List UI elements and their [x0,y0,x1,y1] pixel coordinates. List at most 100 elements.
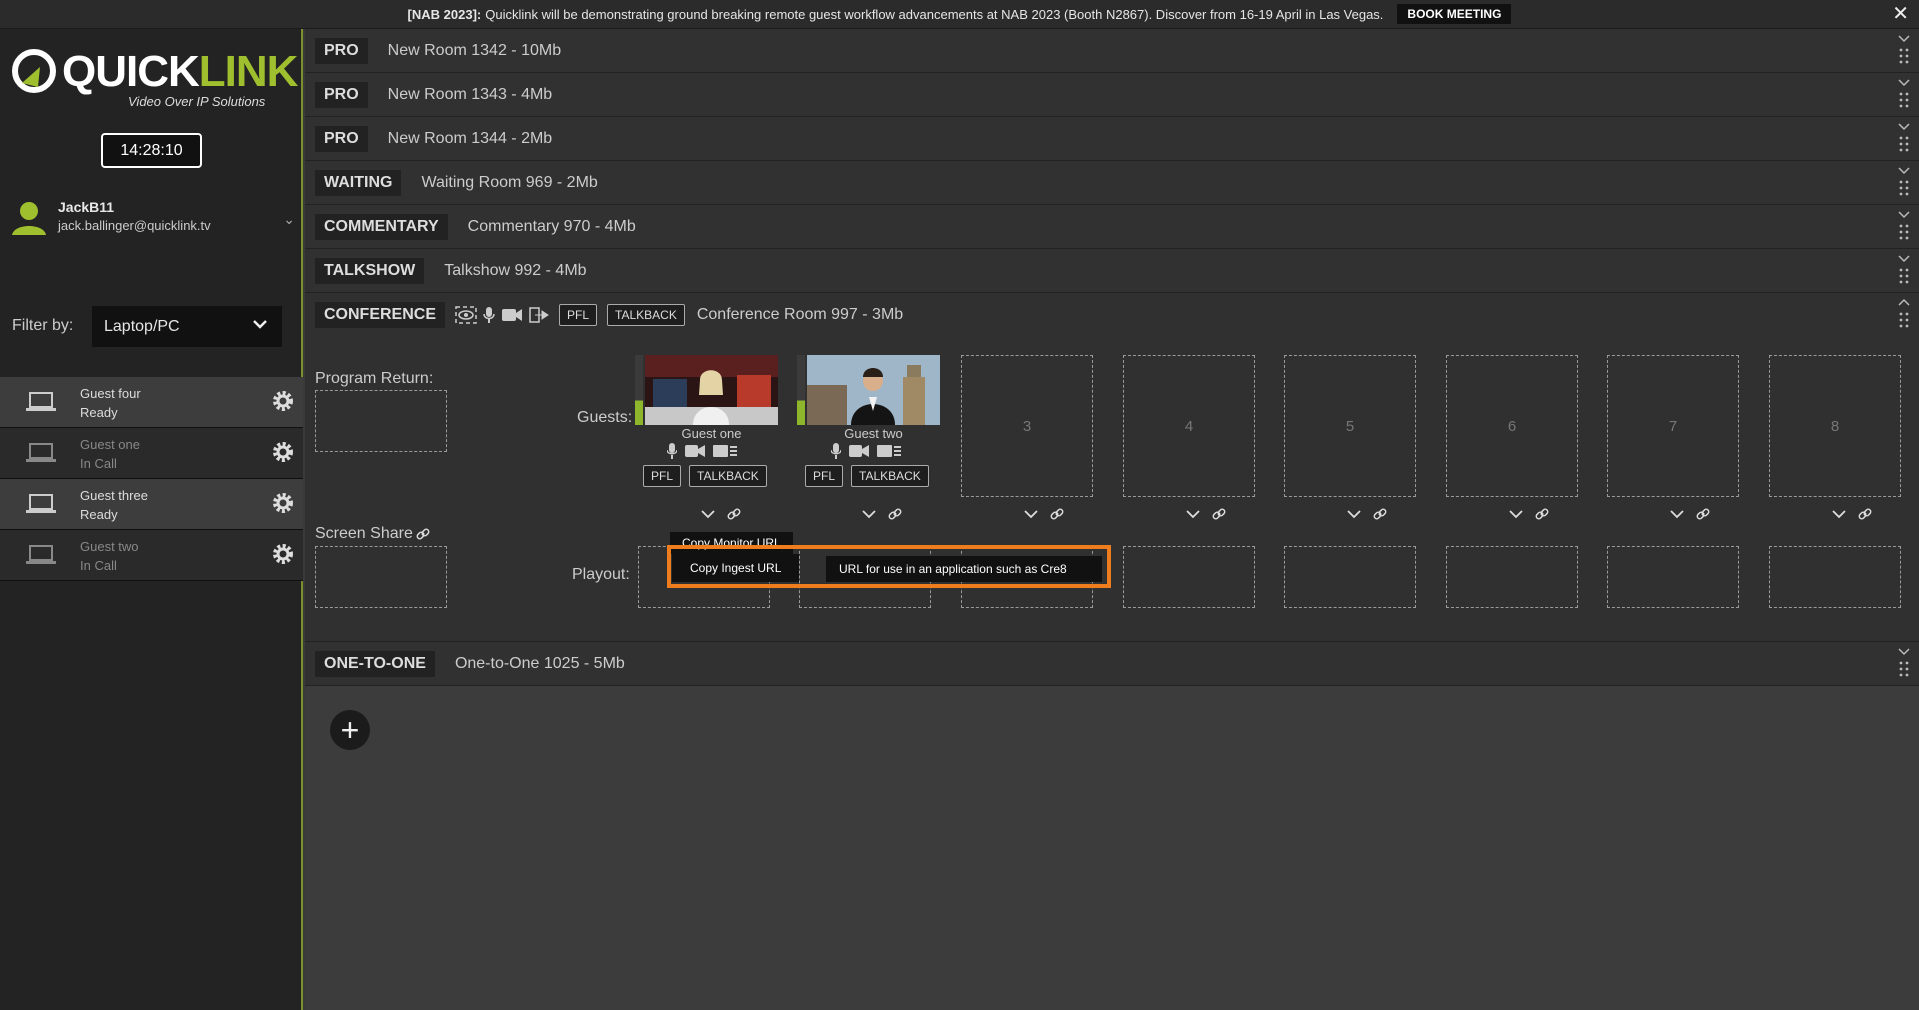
guest-name: Guest four [80,386,141,401]
gear-icon[interactable] [271,491,295,515]
playout-slot[interactable] [1123,546,1255,608]
camera-icon[interactable] [685,444,705,458]
expand-drag-icon[interactable] [1897,77,1911,111]
user-email: jack.ballinger@quicklink.tv [58,218,211,233]
slot-actions [701,507,741,521]
expand-drag-icon[interactable] [1897,646,1911,680]
guest-list: Guest four Ready Guest one In Call Guest… [0,377,303,581]
guest-item[interactable]: Guest four Ready [0,377,303,428]
guest-video-thumbnail[interactable] [807,355,940,425]
playout-slot[interactable] [1284,546,1416,608]
screen-share-slot[interactable] [315,546,447,608]
conference-room: CONFERENCE PFL TALKBACK Conference Room … [305,293,1919,642]
guest-item[interactable]: Guest three Ready [0,479,303,530]
user-name: JackB11 [58,199,115,215]
chevron-down-icon[interactable] [1670,509,1684,519]
room-row[interactable]: WAITING Waiting Room 969 - 2Mb [305,161,1919,205]
close-icon[interactable]: ✕ [1892,4,1909,24]
empty-guest-slot[interactable]: 5 [1284,355,1416,497]
rooms-panel: PRO New Room 1342 - 10Mb PRO New Room 13… [305,29,1919,1010]
talkback-button[interactable]: TALKBACK [689,465,767,487]
link-icon[interactable] [1212,507,1226,521]
room-row[interactable]: PRO New Room 1343 - 4Mb [305,73,1919,117]
microphone-icon[interactable] [483,306,495,324]
pfl-button[interactable]: PFL [805,465,844,487]
chevron-down-icon[interactable]: ⌄ [283,211,295,228]
expand-drag-icon[interactable] [1897,253,1911,287]
link-icon[interactable] [1050,507,1064,521]
gear-icon[interactable] [271,542,295,566]
user-avatar-icon [12,202,46,235]
guest-name: Guest two [844,426,903,441]
exit-icon[interactable] [529,306,549,324]
empty-guest-slot[interactable]: 3 [961,355,1093,497]
camera-icon[interactable] [849,444,869,458]
link-icon[interactable] [1858,507,1872,521]
chevron-down-icon[interactable] [1024,509,1038,519]
expand-drag-icon[interactable] [1897,33,1911,67]
playout-slot[interactable] [1769,546,1901,608]
link-icon[interactable] [1535,507,1549,521]
gear-icon[interactable] [271,389,295,413]
chevron-down-icon[interactable] [862,509,876,519]
guest-status: Ready [80,405,118,420]
user-profile[interactable]: JackB11 jack.ballinger@quicklink.tv ⌄ [10,199,295,249]
room-type-badge: ONE-TO-ONE [315,650,435,677]
link-icon[interactable] [727,507,741,521]
screen-icon[interactable] [877,444,901,458]
banner-tag: [NAB 2023]: [407,6,482,22]
link-icon[interactable] [1373,507,1387,521]
empty-guest-slot[interactable]: 7 [1607,355,1739,497]
slot-actions [1509,507,1549,521]
expand-drag-icon[interactable] [1897,165,1911,199]
chevron-down-icon[interactable] [1347,509,1361,519]
room-row[interactable]: COMMENTARY Commentary 970 - 4Mb [305,205,1919,249]
link-icon[interactable] [416,527,430,541]
guest-item[interactable]: Guest two In Call [0,530,303,581]
quicklink-logo: QUICKLINK Video Over IP Solutions [8,39,298,109]
chevron-down-icon[interactable] [701,509,715,519]
guest-video-thumbnail[interactable] [645,355,778,425]
pfl-button[interactable]: PFL [559,304,598,326]
room-row[interactable]: PRO New Room 1342 - 10Mb [305,29,1919,73]
conference-header[interactable]: CONFERENCE PFL TALKBACK Conference Room … [305,293,1919,337]
add-room-button[interactable]: + [330,710,370,750]
collapse-drag-icon[interactable] [1897,297,1911,331]
camera-icon[interactable] [501,307,523,323]
room-type-badge: PRO [315,81,368,108]
room-row[interactable]: ONE-TO-ONE One-to-One 1025 - 5Mb [305,642,1919,686]
talkback-button[interactable]: TALKBACK [851,465,929,487]
pfl-button[interactable]: PFL [643,465,682,487]
chevron-down-icon[interactable] [1832,509,1846,519]
expand-drag-icon[interactable] [1897,121,1911,155]
guest-status: Ready [80,507,118,522]
expand-drag-icon[interactable] [1897,209,1911,243]
guest-controls: PFL TALKBACK [805,465,929,487]
room-type-badge: TALKSHOW [315,257,425,284]
empty-guest-slot[interactable]: 6 [1446,355,1578,497]
screen-icon[interactable] [713,444,737,458]
playout-slot[interactable] [1446,546,1578,608]
room-row[interactable]: TALKSHOW Talkshow 992 - 4Mb [305,249,1919,293]
banner-text: Quicklink will be demonstrating ground b… [485,6,1384,22]
gear-icon[interactable] [271,440,295,464]
eye-icon[interactable] [455,306,477,324]
microphone-icon[interactable] [667,443,677,459]
chevron-down-icon [253,320,267,329]
slot-actions [1024,507,1064,521]
link-icon[interactable] [888,507,902,521]
filter-select[interactable]: Laptop/PC [92,306,282,347]
book-meeting-button[interactable]: BOOK MEETING [1397,4,1512,24]
guest-item[interactable]: Guest one In Call [0,428,303,479]
empty-guest-slot[interactable]: 4 [1123,355,1255,497]
link-icon[interactable] [1696,507,1710,521]
chevron-down-icon[interactable] [1186,509,1200,519]
playout-slot[interactable] [1607,546,1739,608]
empty-guest-slot[interactable]: 8 [1769,355,1901,497]
slot-actions [862,507,902,521]
program-return-slot[interactable] [315,390,447,452]
microphone-icon[interactable] [831,443,841,459]
chevron-down-icon[interactable] [1509,509,1523,519]
room-row[interactable]: PRO New Room 1344 - 2Mb [305,117,1919,161]
talkback-button[interactable]: TALKBACK [607,304,685,326]
